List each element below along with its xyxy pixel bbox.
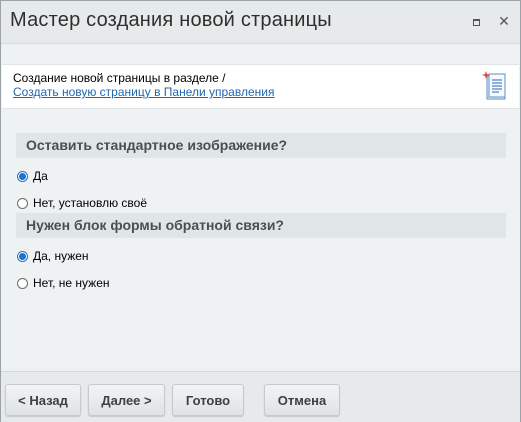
- title-bar[interactable]: Мастер создания новой страницы ✕: [1, 1, 520, 44]
- radio-button[interactable]: [17, 250, 28, 262]
- wizard-dialog: Мастер создания новой страницы ✕ Создани…: [0, 0, 521, 422]
- radio-option-feedback-yes[interactable]: Да, нужен: [17, 248, 89, 264]
- radio-label: Да, нужен: [33, 249, 89, 263]
- close-icon: ✕: [498, 14, 510, 30]
- control-panel-link[interactable]: Создать новую страницу в Панели управлен…: [13, 85, 274, 99]
- maximize-icon: [472, 18, 480, 26]
- radio-button[interactable]: [17, 170, 28, 182]
- wizard-content: Создание новой страницы в разделе / Созд…: [1, 44, 520, 371]
- section-heading-image: Оставить стандартное изображение?: [16, 133, 506, 158]
- radio-button[interactable]: [17, 277, 28, 289]
- button-bar: < Назад Далее > Готово Отмена: [1, 371, 520, 422]
- radio-option-image-yes[interactable]: Да: [17, 168, 48, 184]
- done-button[interactable]: Готово: [172, 384, 244, 416]
- next-button[interactable]: Далее >: [88, 384, 165, 416]
- new-page-icon: [482, 71, 506, 100]
- radio-option-image-no[interactable]: Нет, установлю своё: [17, 195, 147, 211]
- radio-button[interactable]: [17, 197, 28, 209]
- header-panel: Создание новой страницы в разделе / Созд…: [2, 64, 519, 109]
- radio-label: Да: [33, 169, 48, 183]
- section-heading-feedback: Нужен блок формы обратной связи?: [16, 213, 506, 238]
- close-button[interactable]: ✕: [495, 13, 513, 31]
- cancel-button[interactable]: Отмена: [264, 384, 340, 416]
- radio-label: Нет, не нужен: [33, 276, 110, 290]
- radio-label: Нет, установлю своё: [33, 196, 147, 210]
- window-title: Мастер создания новой страницы: [10, 9, 332, 31]
- radio-option-feedback-no[interactable]: Нет, не нужен: [17, 275, 110, 291]
- section-path-text: Создание новой страницы в разделе /: [13, 71, 226, 85]
- back-button[interactable]: < Назад: [5, 384, 81, 416]
- maximize-button[interactable]: [467, 13, 485, 31]
- header-text: Создание новой страницы в разделе / Созд…: [13, 71, 274, 99]
